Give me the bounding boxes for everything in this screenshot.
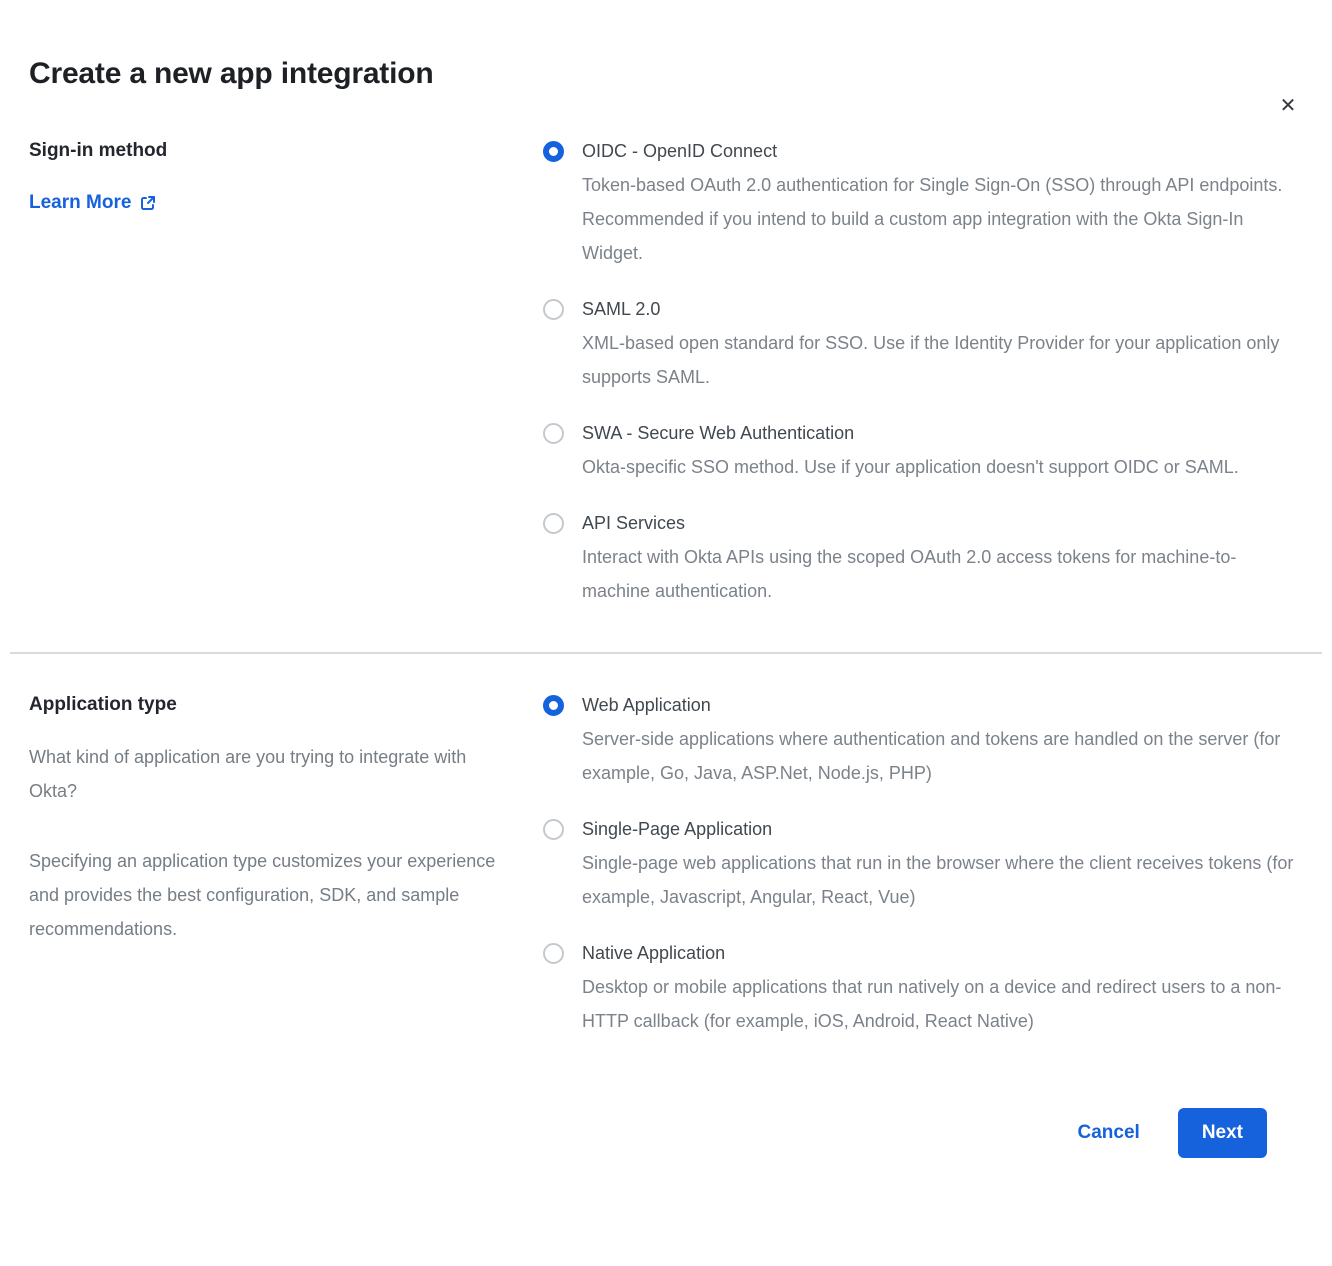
section-divider (10, 652, 1322, 654)
learn-more-label: Learn More (29, 192, 131, 214)
application-type-paragraph: What kind of application are you trying … (29, 740, 509, 808)
radio-button-web-application[interactable] (543, 695, 564, 716)
radio-option-description: XML-based open standard for SSO. Use if … (582, 326, 1294, 394)
radio-button-saml[interactable] (543, 299, 564, 320)
dialog-title: Create a new app integration (29, 56, 1303, 92)
radio-option-native-application[interactable]: Native Application Desktop or mobile app… (543, 942, 1303, 1038)
radio-option-description: Single-page web applications that run in… (582, 846, 1294, 914)
radio-option-description: Server-side applications where authentic… (582, 722, 1294, 790)
radio-option-oidc[interactable]: OIDC - OpenID Connect Token-based OAuth … (543, 140, 1303, 270)
application-type-section: Application type What kind of applicatio… (29, 694, 1303, 1066)
radio-option-label: API Services (582, 512, 1294, 534)
radio-option-label: SWA - Secure Web Authentication (582, 422, 1239, 444)
close-button[interactable]: ✕ (1274, 92, 1302, 120)
radio-option-single-page-application[interactable]: Single-Page Application Single-page web … (543, 818, 1303, 914)
signin-method-section: Sign-in method Learn More OIDC - OpenID … (29, 140, 1303, 636)
next-button[interactable]: Next (1178, 1108, 1267, 1158)
radio-option-label: SAML 2.0 (582, 298, 1294, 320)
learn-more-link[interactable]: Learn More (29, 192, 157, 214)
signin-method-label: Sign-in method (29, 140, 543, 162)
dialog-footer: Cancel Next (29, 1108, 1303, 1158)
application-type-label: Application type (29, 694, 543, 716)
radio-option-label: OIDC - OpenID Connect (582, 140, 1294, 162)
close-icon: ✕ (1280, 96, 1297, 116)
create-app-integration-dialog: ✕ Create a new app integration Sign-in m… (0, 56, 1332, 1158)
radio-option-description: Token-based OAuth 2.0 authentication for… (582, 168, 1294, 270)
radio-option-api-services[interactable]: API Services Interact with Okta APIs usi… (543, 512, 1303, 608)
radio-button-single-page-application[interactable] (543, 819, 564, 840)
cancel-button[interactable]: Cancel (1078, 1122, 1140, 1144)
radio-option-saml[interactable]: SAML 2.0 XML-based open standard for SSO… (543, 298, 1303, 394)
radio-button-api-services[interactable] (543, 513, 564, 534)
radio-option-label: Single-Page Application (582, 818, 1294, 840)
radio-option-label: Native Application (582, 942, 1294, 964)
radio-button-native-application[interactable] (543, 943, 564, 964)
radio-option-web-application[interactable]: Web Application Server-side applications… (543, 694, 1303, 790)
external-link-icon (139, 194, 157, 212)
application-type-paragraph: Specifying an application type customize… (29, 844, 509, 946)
radio-button-oidc[interactable] (543, 141, 564, 162)
radio-option-description: Desktop or mobile applications that run … (582, 970, 1294, 1038)
radio-option-swa[interactable]: SWA - Secure Web Authentication Okta-spe… (543, 422, 1303, 484)
radio-option-description: Interact with Okta APIs using the scoped… (582, 540, 1294, 608)
radio-option-description: Okta-specific SSO method. Use if your ap… (582, 450, 1239, 484)
radio-option-label: Web Application (582, 694, 1294, 716)
radio-button-swa[interactable] (543, 423, 564, 444)
